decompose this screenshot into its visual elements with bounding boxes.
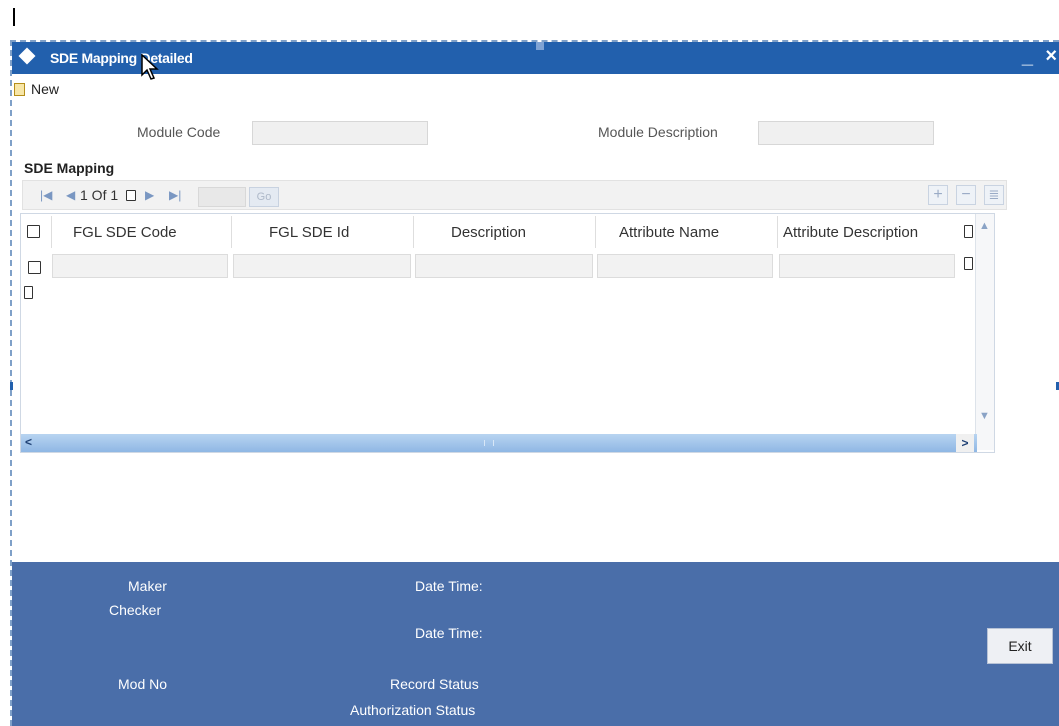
checker-label: Checker <box>109 602 162 618</box>
first-page-icon[interactable]: |◀ <box>40 188 52 202</box>
go-button[interactable]: Go <box>249 187 279 207</box>
page-box-icon <box>126 190 136 201</box>
scroll-down-icon[interactable]: ▼ <box>979 410 990 422</box>
authorization-status-label: Authorization Status <box>350 702 476 718</box>
window-diamond-icon <box>18 47 36 65</box>
new-document-icon <box>14 82 25 96</box>
delete-row-button[interactable]: − <box>956 185 976 205</box>
mouse-pointer-icon <box>141 54 159 80</box>
checker-date-time-label: Date Time: <box>415 625 483 641</box>
new-button-label: New <box>31 81 60 97</box>
row-marker-icon <box>24 286 33 299</box>
column-header-fgl-sde-id[interactable]: FGL SDE Id <box>269 224 349 241</box>
select-all-checkbox[interactable] <box>27 225 40 238</box>
last-page-icon[interactable]: ▶| <box>169 188 181 202</box>
page-indicator: 1 Of 1 <box>80 187 119 203</box>
next-page-icon[interactable]: ▶ <box>145 188 154 202</box>
module-description-field[interactable] <box>758 121 934 145</box>
column-header-fgl-sde-code[interactable]: FGL SDE Code <box>73 224 177 241</box>
table-cell-attribute-name[interactable] <box>597 254 773 278</box>
column-header-attribute-name[interactable]: Attribute Name <box>619 224 719 241</box>
scroll-right-icon[interactable]: > <box>956 434 974 452</box>
header-extra-checkbox[interactable] <box>964 225 973 238</box>
maker-date-time-label: Date Time: <box>415 578 483 594</box>
add-row-button[interactable]: + <box>928 185 948 205</box>
new-button[interactable]: New <box>14 80 59 98</box>
column-header-description[interactable]: Description <box>451 224 526 241</box>
section-title: SDE Mapping <box>24 160 115 176</box>
vertical-scrollbar[interactable]: ▲ ▼ <box>975 214 994 450</box>
row-checkbox[interactable] <box>28 261 41 274</box>
drag-grip-icon[interactable] <box>536 42 544 50</box>
window-title: SDE Mapping Detailed <box>50 50 193 66</box>
window-title-bar[interactable]: SDE Mapping Detailed _ × <box>12 42 1059 74</box>
horizontal-scrollbar[interactable]: < > <box>21 434 977 452</box>
page-number-input[interactable] <box>198 187 246 207</box>
row-extra-checkbox[interactable] <box>964 257 973 270</box>
resize-handle-left[interactable] <box>10 382 13 390</box>
sde-mapping-grid: FGL SDE Code FGL SDE Id Description Attr… <box>20 213 995 453</box>
module-code-field[interactable] <box>252 121 428 145</box>
scroll-left-icon[interactable]: < <box>25 435 32 449</box>
previous-page-icon[interactable]: ◀ <box>66 188 75 202</box>
module-description-label: Module Description <box>598 124 718 140</box>
scroll-thumb-grip-icon[interactable] <box>484 440 494 446</box>
close-button[interactable]: × <box>1045 45 1057 68</box>
record-status-label: Record Status <box>390 676 479 692</box>
single-view-button[interactable]: ≣ <box>984 185 1004 205</box>
exit-button[interactable]: Exit <box>987 628 1053 664</box>
text-cursor-mark <box>13 8 15 26</box>
module-code-label: Module Code <box>137 124 221 140</box>
mod-no-label: Mod No <box>118 676 168 692</box>
grid-pager: |◀ ◀ 1 Of 1 ▶ ▶| Go + − ≣ <box>22 180 1007 210</box>
table-cell-description[interactable] <box>415 254 593 278</box>
scroll-up-icon[interactable]: ▲ <box>979 220 990 232</box>
column-header-attribute-description[interactable]: Attribute Description <box>783 224 918 241</box>
table-cell-attribute-description[interactable] <box>779 254 955 278</box>
maker-label: Maker <box>128 578 167 594</box>
audit-footer: Maker Checker Date Time: Date Time: Mod … <box>12 562 1059 726</box>
table-cell-fgl-sde-code[interactable] <box>52 254 228 278</box>
minimize-button[interactable]: _ <box>1022 46 1033 69</box>
table-cell-fgl-sde-id[interactable] <box>233 254 411 278</box>
